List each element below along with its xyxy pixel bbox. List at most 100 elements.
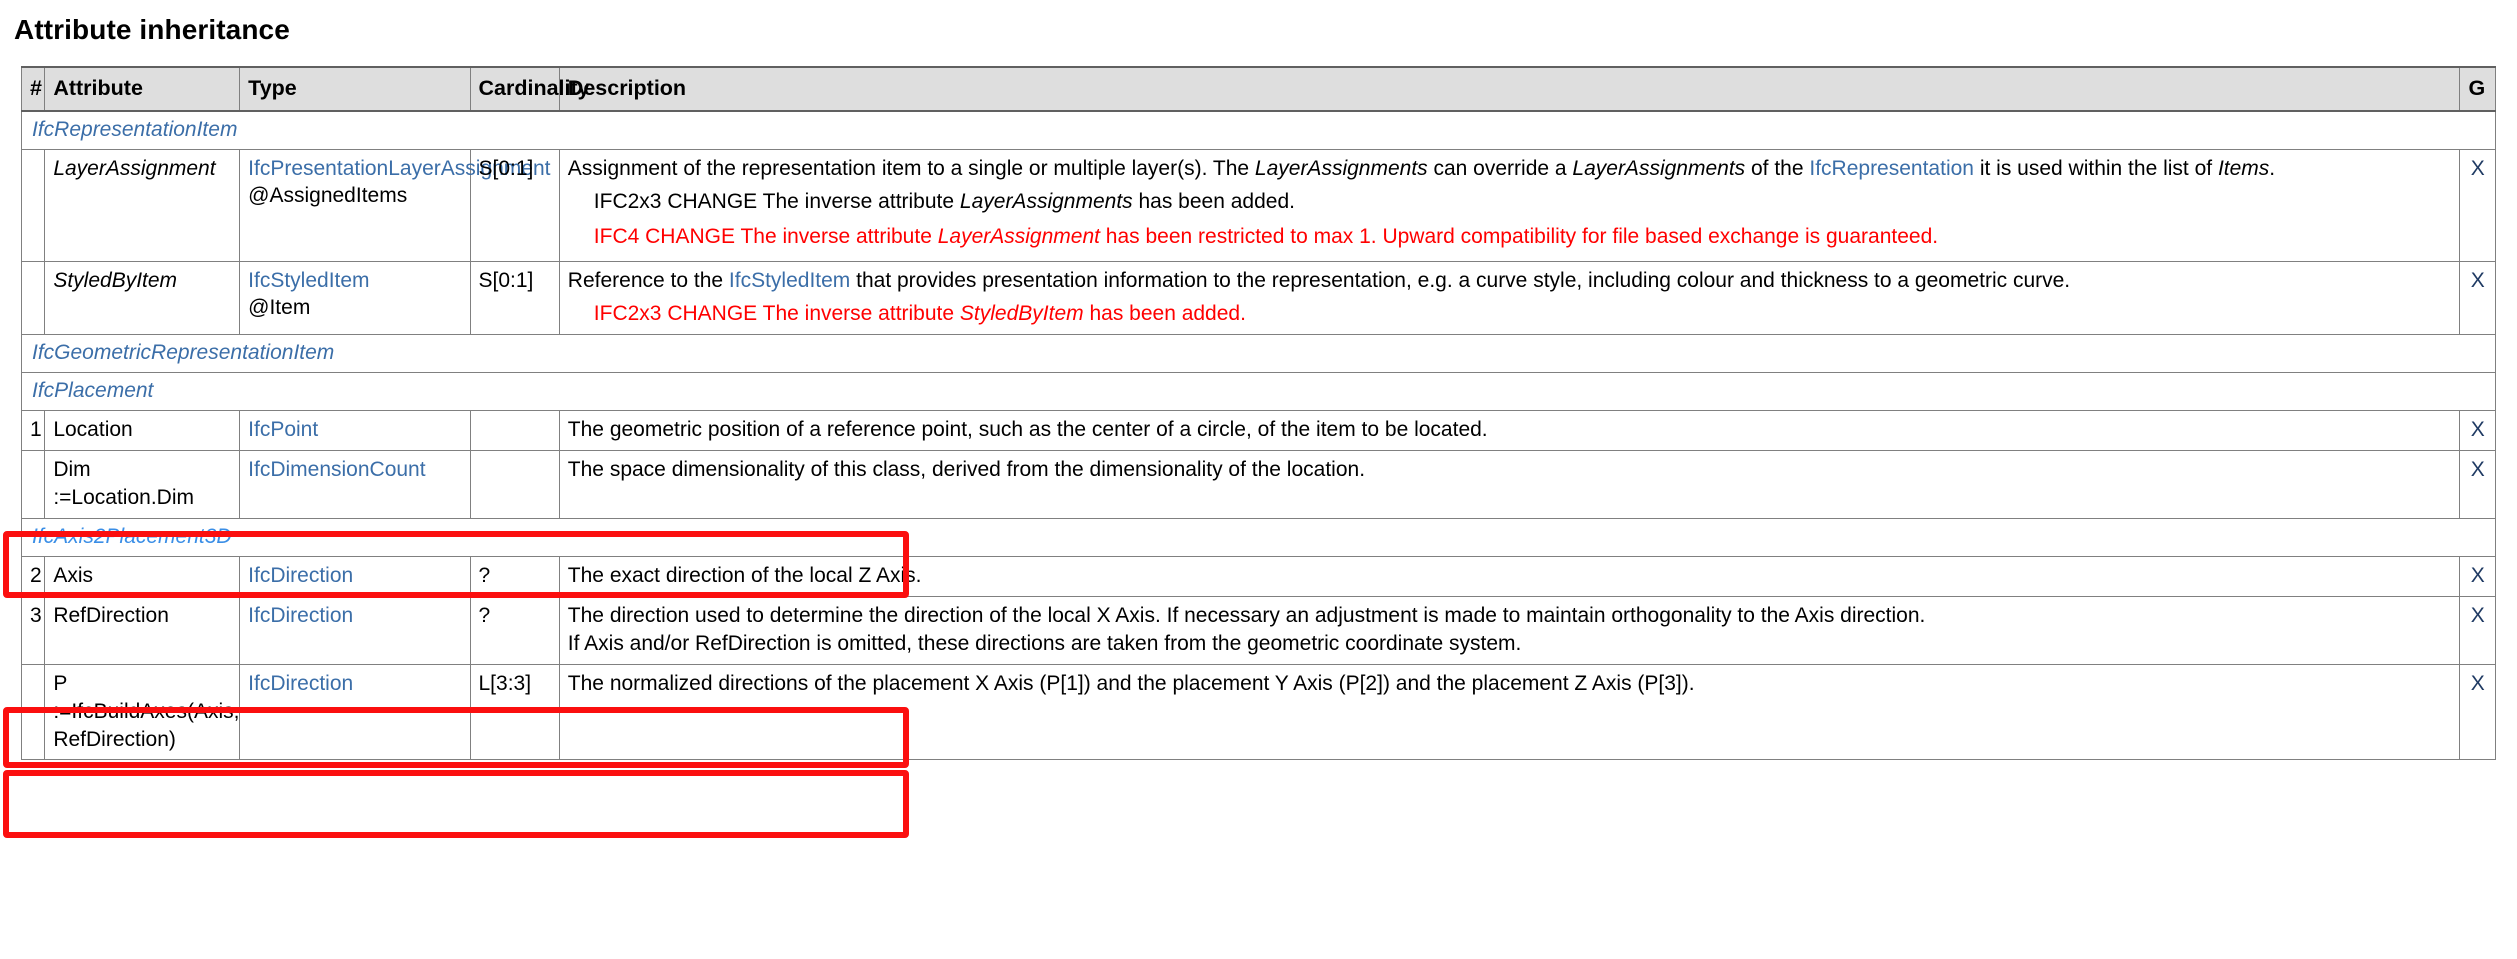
cell-attribute: RefDirection <box>44 595 241 665</box>
section-row-ifcgeometricrepresentationitem: IfcGeometricRepresentationItem <box>21 334 2496 374</box>
section-label[interactable]: IfcPlacement <box>32 379 153 402</box>
cell-number <box>20 450 46 519</box>
cell-type: IfcDirection <box>239 595 471 665</box>
attribute-derived-expression: :=IfcBuildAxes(Axis, RefDirection) <box>53 699 240 751</box>
attribute-name: LayerAssignment <box>53 156 216 180</box>
cell-type: IfcPoint <box>239 410 471 452</box>
description-line-1: The direction used to determine the dire… <box>567 603 1926 627</box>
section-label[interactable]: IfcAxis2Placement3D <box>32 525 232 548</box>
highlight-box-ref-direction-row <box>3 770 909 838</box>
section-label[interactable]: IfcGeometricRepresentationItem <box>32 341 334 364</box>
desc-text-1: Reference to the <box>567 268 729 292</box>
cell-attribute: StyledByItem <box>44 260 241 336</box>
table-row-axis: 2 Axis IfcDirection ? The exact directio… <box>20 555 2496 597</box>
cell-description: The space dimensionality of this class, … <box>558 450 2461 519</box>
section-row-ifcaxis2placement3d: IfcAxis2Placement3D <box>21 517 2496 557</box>
attribute-name: P <box>53 671 68 695</box>
cell-description: The direction used to determine the dire… <box>558 595 2461 665</box>
table-row-styled-by-item: StyledByItem IfcStyledItem @Item S[0:1] … <box>20 260 2496 336</box>
table-row-ref-direction: 3 RefDirection IfcDirection ? The direct… <box>20 595 2496 665</box>
cell-g: X <box>2459 555 2496 597</box>
document-page: Attribute inheritance # Attribute Type C… <box>0 0 2517 959</box>
change-note-ifc4: IFC4 CHANGE The inverse attribute LayerA… <box>594 223 2452 251</box>
desc-text-5: . <box>2269 156 2276 180</box>
cell-attribute: P :=IfcBuildAxes(Axis, RefDirection) <box>44 663 241 761</box>
change-em: StyledByItem <box>959 302 1084 326</box>
cell-cardinality: ? <box>469 555 560 597</box>
cell-description: Assignment of the representation item to… <box>558 148 2461 262</box>
column-header-g: G <box>2459 66 2496 112</box>
cell-g: X <box>2459 595 2496 665</box>
type-inverse-attribute: @AssignedItems <box>248 184 408 208</box>
attribute-inheritance-table: # Attribute Type Cardinality Description… <box>20 66 2496 761</box>
cell-number: 3 <box>20 595 46 665</box>
description-paragraph: Reference to the IfcStyledItem that prov… <box>568 267 2452 295</box>
desc-text-4: it is used within the list of <box>1973 156 2218 180</box>
cell-description: The exact direction of the local Z Axis. <box>558 555 2461 597</box>
table-row-layer-assignment: LayerAssignment IfcPresentationLayerAssi… <box>20 148 2496 262</box>
column-header-number: # <box>20 66 46 112</box>
section-cell: IfcGeometricRepresentationItem <box>21 334 2496 374</box>
description-paragraph: Assignment of the representation item to… <box>568 155 2452 183</box>
type-link[interactable]: IfcDimensionCount <box>248 458 425 481</box>
desc-em-3: Items <box>2217 156 2270 180</box>
cell-attribute: LayerAssignment <box>44 148 241 262</box>
cell-number: 2 <box>20 555 46 597</box>
cell-type: IfcPresentationLayerAssignment @Assigned… <box>239 148 550 262</box>
change-text-1: The inverse attribute <box>757 302 960 326</box>
desc-em-2: LayerAssignments <box>1572 156 1746 180</box>
desc-text-2: that provides presentation information t… <box>850 268 2071 292</box>
section-cell: IfcAxis2Placement3D <box>21 517 2496 557</box>
type-link[interactable]: IfcDirection <box>248 672 353 695</box>
section-row-ifcrepresentationitem: IfcRepresentationItem <box>21 110 2496 150</box>
attribute-inheritance-table-wrapper: # Attribute Type Cardinality Description… <box>20 66 2496 761</box>
type-link[interactable]: IfcPoint <box>248 418 318 441</box>
change-label: IFC2x3 CHANGE <box>593 302 758 326</box>
desc-text-2: can override a <box>1427 156 1573 180</box>
change-text-2: has been added. <box>1083 302 1246 326</box>
change4-em: LayerAssignment <box>937 225 1100 249</box>
desc-em-1: LayerAssignments <box>1254 156 1428 180</box>
cell-g: X <box>2459 450 2496 519</box>
cell-type: IfcStyledItem @Item <box>239 260 471 336</box>
type-inverse-attribute: @Item <box>248 296 311 320</box>
section-label[interactable]: IfcRepresentationItem <box>32 118 237 141</box>
column-header-description: Description <box>558 66 2461 112</box>
table-header-row: # Attribute Type Cardinality Description… <box>20 66 2496 112</box>
change4-label: IFC4 CHANGE <box>593 225 735 249</box>
cell-attribute: Dim :=Location.Dim <box>44 450 241 519</box>
table-row-location: 1 Location IfcPoint The geometric positi… <box>20 410 2496 452</box>
description-line-2: If Axis and/or RefDirection is omitted, … <box>567 631 1522 655</box>
cell-g: X <box>2459 663 2496 761</box>
change-text-1: The inverse attribute <box>757 190 960 214</box>
cell-number <box>20 148 46 262</box>
attribute-name: Dim <box>53 458 91 482</box>
cell-type: IfcDimensionCount <box>239 450 471 519</box>
desc-link-ifcstyleditem[interactable]: IfcStyledItem <box>729 269 850 292</box>
change-text-2: has been added. <box>1132 190 1295 214</box>
type-link[interactable]: IfcDirection <box>248 564 353 587</box>
section-row-ifcplacement: IfcPlacement <box>21 372 2496 412</box>
column-header-cardinality: Cardinality <box>469 66 590 112</box>
cell-cardinality <box>469 410 560 452</box>
column-header-attribute: Attribute <box>44 66 241 112</box>
section-cell: IfcPlacement <box>21 372 2496 412</box>
cell-type: IfcDirection <box>239 663 471 761</box>
cell-attribute: Axis <box>44 555 241 597</box>
type-link[interactable]: IfcDirection <box>248 604 353 627</box>
table-row-dim: Dim :=Location.Dim IfcDimensionCount The… <box>20 450 2496 519</box>
cell-g: X <box>2459 260 2496 336</box>
cell-cardinality: ? <box>469 595 560 665</box>
attribute-derived-expression: :=Location.Dim <box>53 486 194 510</box>
type-link[interactable]: IfcStyledItem <box>248 269 369 292</box>
cell-type: IfcDirection <box>239 555 471 597</box>
desc-link-ifcrepresentation[interactable]: IfcRepresentation <box>1809 157 1974 180</box>
change-em: LayerAssignments <box>959 190 1133 214</box>
section-cell: IfcRepresentationItem <box>21 110 2496 150</box>
cell-cardinality: S[0:1] <box>469 260 560 336</box>
change-note-ifc2x3: IFC2x3 CHANGE The inverse attribute Laye… <box>594 188 2452 216</box>
change4-text-1: The inverse attribute <box>734 225 938 249</box>
cell-number <box>20 260 46 336</box>
column-header-type: Type <box>239 66 471 112</box>
table-row-p: P :=IfcBuildAxes(Axis, RefDirection) Ifc… <box>20 663 2496 761</box>
